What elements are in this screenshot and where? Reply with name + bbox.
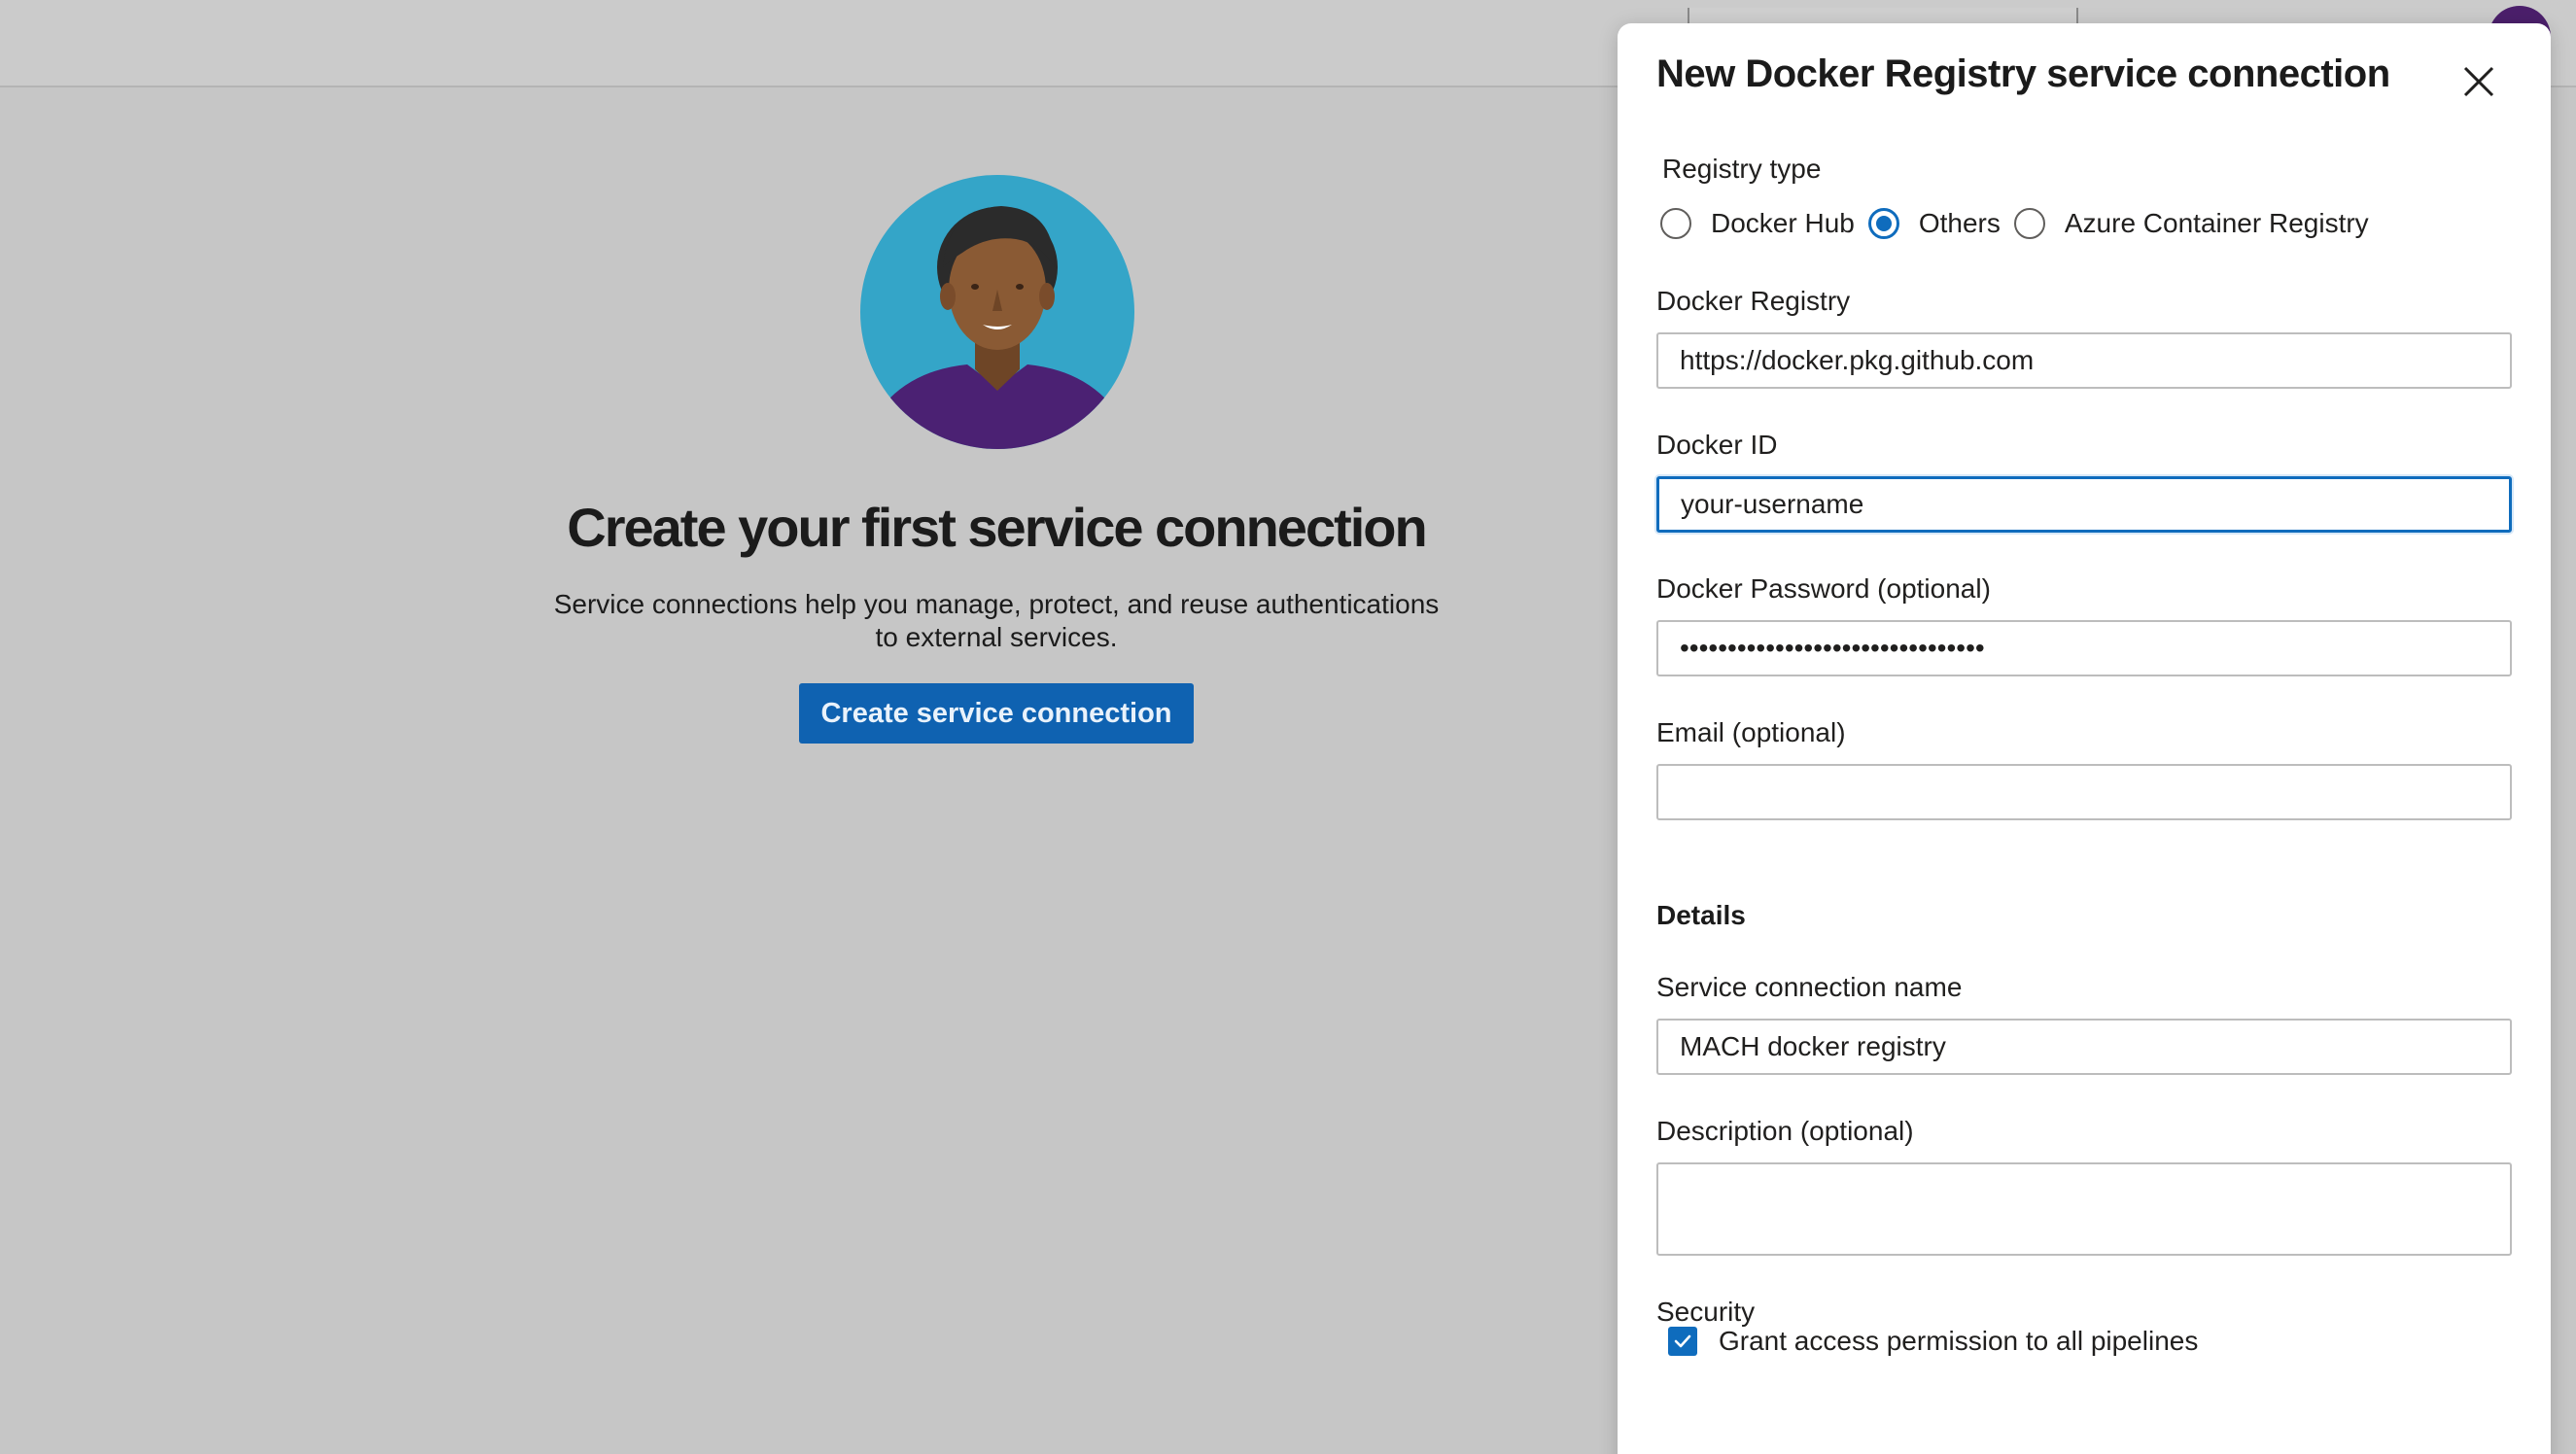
grant-access-checkbox-row[interactable]: Grant access permission to all pipelines (1668, 1326, 2198, 1357)
grant-access-checkbox[interactable] (1668, 1327, 1697, 1356)
panel-title: New Docker Registry service connection (1656, 52, 2390, 95)
radio-others[interactable]: Others (1867, 208, 2001, 239)
empty-state-description-line-2: to external services. (875, 622, 1118, 652)
radio-docker-hub-circle[interactable] (1660, 208, 1691, 239)
description-label: Description (optional) (1656, 1116, 1914, 1146)
email-input[interactable] (1656, 764, 2512, 820)
page: Create your first service connection Ser… (0, 0, 2576, 1454)
check-icon (1674, 1334, 1691, 1348)
radio-azure-container-registry-circle[interactable] (2013, 208, 2045, 239)
radio-docker-hub-label: Docker Hub (1711, 208, 1855, 238)
empty-state-description-line-1: Service connections help you manage, pro… (553, 589, 1440, 619)
details-heading: Details (1656, 900, 1746, 930)
description-textarea[interactable] (1656, 1162, 2512, 1256)
new-service-connection-panel: New Docker Registry service connection R… (1618, 23, 2551, 1454)
docker-id-label: Docker ID (1656, 430, 1778, 460)
service-connection-name-label: Service connection name (1656, 972, 1963, 1002)
radio-others-circle[interactable] (1867, 208, 1899, 239)
docker-registry-label: Docker Registry (1656, 286, 1851, 316)
radio-others-label: Others (1918, 208, 2001, 238)
docker-password-label: Docker Password (optional) (1656, 573, 1991, 604)
registry-type-radio-group: Docker Hub Others Azure Container Regist… (1660, 204, 2383, 243)
radio-docker-hub[interactable]: Docker Hub (1660, 208, 1855, 239)
empty-state-title: Create your first service connection (567, 497, 1427, 558)
radio-azure-container-registry-label: Azure Container Registry (2064, 208, 2369, 238)
service-connection-name-input[interactable] (1656, 1019, 2512, 1075)
close-icon (2463, 66, 2494, 97)
create-service-connection-button[interactable]: Create service connection (799, 683, 1194, 744)
empty-state-description: Service connections help you manage, pro… (505, 588, 1487, 654)
docker-id-input[interactable] (1656, 476, 2512, 533)
email-label: Email (optional) (1656, 717, 1846, 747)
registry-type-label: Registry type (1662, 154, 1822, 184)
person-illustration (860, 175, 1134, 449)
security-label: Security (1656, 1297, 1756, 1327)
close-button[interactable] (2459, 62, 2498, 101)
radio-azure-container-registry[interactable]: Azure Container Registry (2013, 208, 2369, 239)
docker-password-input[interactable] (1656, 620, 2512, 676)
docker-registry-input[interactable] (1656, 332, 2512, 389)
grant-access-label: Grant access permission to all pipelines (1719, 1326, 2199, 1356)
